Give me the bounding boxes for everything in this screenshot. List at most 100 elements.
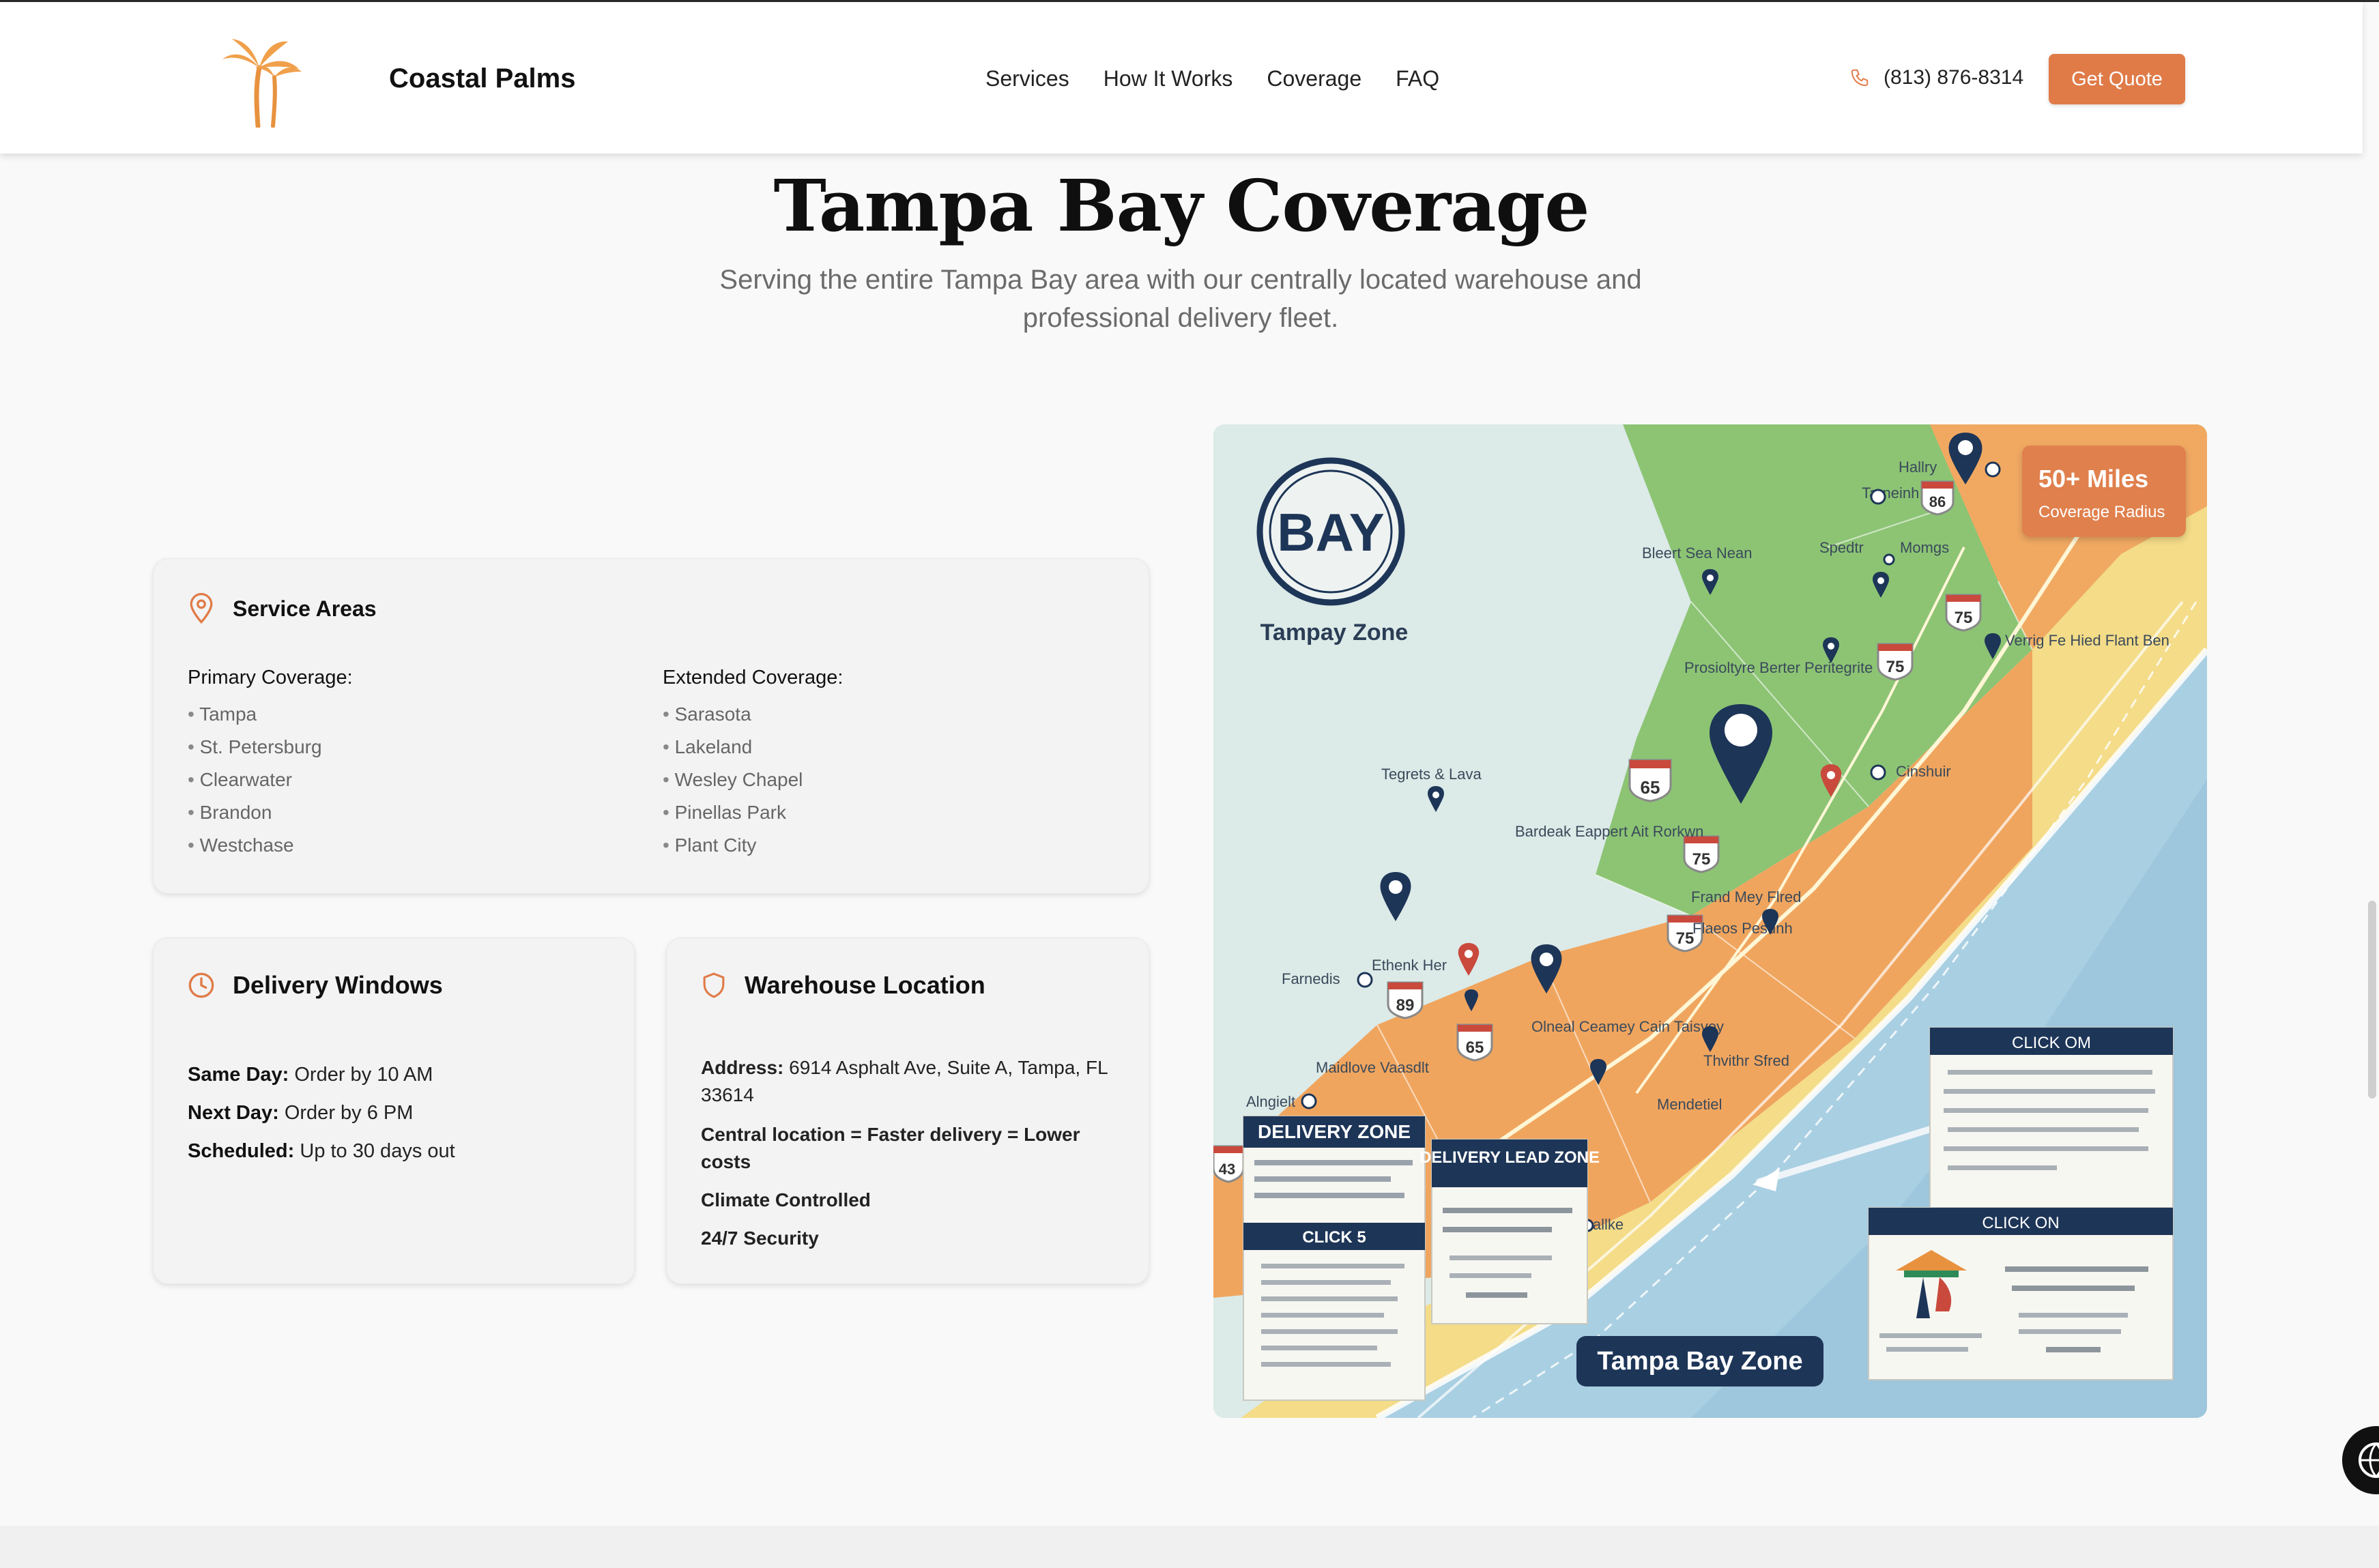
svg-text:CLICK 5: CLICK 5 — [1302, 1228, 1366, 1247]
svg-text:Tarneinh: Tarneinh — [1862, 484, 1919, 502]
delivery-windows-list: Same Day: Order by 10 AM Next Day: Order… — [188, 1056, 455, 1170]
svg-text:43: 43 — [1219, 1161, 1235, 1178]
coverage-map[interactable]: BAY Tampay Zone 65 75 75 75 89 65 86 75 … — [1213, 424, 2207, 1418]
svg-text:Thvithr Sfred: Thvithr Sfred — [1703, 1052, 1789, 1069]
svg-text:Spedtr: Spedtr — [1819, 539, 1864, 556]
list-item: Lakeland — [663, 731, 803, 764]
svg-text:75: 75 — [1692, 850, 1711, 869]
delivery-windows-header: Delivery Windows — [188, 971, 443, 1000]
delivery-window-next-day: Next Day: Order by 6 PM — [188, 1102, 414, 1124]
svg-text:75: 75 — [1886, 658, 1905, 676]
warehouse-location-card: Warehouse Location Address: 6914 Asphalt… — [666, 938, 1149, 1284]
svg-text:65: 65 — [1466, 1039, 1484, 1057]
coverage-radius-value: 50+ Miles — [2038, 465, 2149, 493]
chat-widget-button[interactable] — [2342, 1426, 2379, 1494]
globe-icon — [2359, 1442, 2379, 1479]
shield-icon — [703, 972, 725, 998]
highway-shield: 75 — [1945, 594, 1982, 632]
list-item: Plant City — [663, 829, 803, 862]
service-areas-card: Service Areas Primary Coverage: Tampa St… — [153, 558, 1149, 894]
service-areas-header: Service Areas — [188, 593, 377, 624]
list-item: St. Petersburg — [188, 731, 322, 764]
svg-text:CLICK ON: CLICK ON — [1982, 1214, 2059, 1232]
page-subtitle: Serving the entire Tampa Bay area with o… — [719, 265, 1642, 333]
phone-number[interactable]: (813) 876-8314 — [1884, 66, 2023, 89]
list-item: Brandon — [188, 796, 322, 829]
svg-text:Hallry: Hallry — [1899, 459, 1937, 476]
warehouse-feature: Central location = Faster delivery = Low… — [701, 1124, 1080, 1172]
svg-text:DELIVERY ZONE: DELIVERY ZONE — [1258, 1121, 1411, 1142]
svg-text:Alngielt: Alngielt — [1246, 1093, 1295, 1110]
list-item: Tampa — [188, 698, 322, 731]
highway-shield: 86 — [1920, 480, 1955, 516]
map-illustration: BAY Tampay Zone 65 75 75 75 89 65 86 75 … — [1213, 424, 2207, 1418]
svg-text:Bleert Sea Nean: Bleert Sea Nean — [1642, 545, 1752, 562]
svg-text:Tampay Zone: Tampay Zone — [1260, 620, 1409, 645]
page-title: Tampa Bay Coverage — [773, 164, 1590, 248]
delivery-window-scheduled: Scheduled: Up to 30 days out — [188, 1140, 455, 1162]
tampa-bay-zone-label: Tampa Bay Zone — [1576, 1336, 1823, 1386]
warehouse-feature: 24/7 Security — [701, 1228, 819, 1249]
svg-text:Bardeak Eappert Ait Rorkwn: Bardeak Eappert Ait Rorkwn — [1515, 823, 1703, 840]
svg-text:Mendetiel: Mendetiel — [1657, 1096, 1722, 1113]
svg-text:Tegrets & Lava: Tegrets & Lava — [1381, 766, 1482, 783]
delivery-windows-title: Delivery Windows — [233, 971, 443, 999]
primary-coverage-label: Primary Coverage: — [188, 667, 353, 688]
nav-coverage[interactable]: Coverage — [1267, 66, 1361, 91]
service-areas-title: Service Areas — [233, 596, 377, 621]
list-item: Sarasota — [663, 698, 803, 731]
map-pin-icon — [190, 593, 213, 624]
highway-shield: 75 — [1683, 835, 1720, 873]
svg-text:86: 86 — [1929, 493, 1946, 510]
svg-text:Frand Mey Flred: Frand Mey Flred — [1691, 888, 1801, 905]
next-section-band — [0, 1526, 2379, 1568]
svg-text:Momgs: Momgs — [1900, 539, 1949, 556]
highway-shield: 43 — [1213, 1145, 1245, 1183]
svg-text:65: 65 — [1641, 777, 1660, 798]
site-header: Coastal Palms Services How It Works Cove… — [0, 2, 2363, 154]
palm-tree-logo-icon[interactable] — [217, 32, 304, 128]
svg-text:Flaeos Pesunh: Flaeos Pesunh — [1692, 920, 1793, 937]
list-item: Wesley Chapel — [663, 764, 803, 796]
svg-text:Cinshuir: Cinshuir — [1896, 763, 1951, 780]
svg-text:BAY: BAY — [1277, 502, 1385, 562]
warehouse-address: Address: 6914 Asphalt Ave, Suite A, Tamp… — [701, 1057, 1108, 1105]
nav-services[interactable]: Services — [985, 66, 1069, 91]
svg-text:Ethenk Her: Ethenk Her — [1372, 957, 1447, 974]
primary-coverage-list: Tampa St. Petersburg Clearwater Brandon … — [188, 698, 322, 862]
list-item: Pinellas Park — [663, 796, 803, 829]
list-item: Westchase — [188, 829, 322, 862]
highway-shield: 89 — [1387, 981, 1424, 1019]
coverage-radius-label: Coverage Radius — [2038, 503, 2165, 521]
list-item: Clearwater — [188, 764, 322, 796]
svg-text:Olneal Ceamey Cain Taisvey: Olneal Ceamey Cain Taisvey — [1531, 1018, 1724, 1035]
svg-text:DELIVERY LEAD ZONE: DELIVERY LEAD ZONE — [1419, 1148, 1600, 1167]
brand-name[interactable]: Coastal Palms — [389, 63, 575, 94]
delivery-windows-card: Delivery Windows Same Day: Order by 10 A… — [153, 938, 635, 1284]
delivery-window-same-day: Same Day: Order by 10 AM — [188, 1064, 433, 1086]
extended-coverage-list: Sarasota Lakeland Wesley Chapel Pinellas… — [663, 698, 803, 862]
scrollbar-thumb[interactable] — [2368, 901, 2376, 1099]
extended-coverage-label: Extended Coverage: — [663, 667, 844, 688]
svg-text:Verrig Fe Hied Flant Ben: Verrig Fe Hied Flant Ben — [2005, 632, 2169, 649]
svg-text:75: 75 — [1676, 929, 1695, 948]
highway-shield: 75 — [1877, 643, 1914, 681]
clock-icon — [188, 972, 214, 998]
highway-shield: 65 — [1628, 759, 1672, 802]
coverage-radius-badge: 50+ Miles Coverage Radius — [2022, 446, 2186, 537]
svg-text:Prosioltyre Berter Peritegrite: Prosioltyre Berter Peritegrite — [1684, 659, 1873, 676]
svg-text:75: 75 — [1955, 609, 1973, 627]
svg-text:89: 89 — [1396, 996, 1415, 1015]
get-quote-button[interactable]: Get Quote — [2049, 54, 2185, 104]
svg-text:Maidlove Vaasdlt: Maidlove Vaasdlt — [1316, 1059, 1429, 1076]
phone-icon — [1851, 69, 1869, 87]
highway-shield: 65 — [1456, 1023, 1493, 1062]
nav-how-it-works[interactable]: How It Works — [1104, 66, 1233, 91]
svg-text:Farnedis: Farnedis — [1282, 970, 1340, 987]
phone-link[interactable]: (813) 876-8314 — [1849, 66, 2023, 89]
warehouse-header: Warehouse Location — [701, 971, 985, 1000]
nav-faq[interactable]: FAQ — [1396, 66, 1439, 91]
warehouse-title: Warehouse Location — [745, 971, 985, 999]
svg-text:CLICK OM: CLICK OM — [2012, 1034, 2091, 1052]
warehouse-feature: Climate Controlled — [701, 1189, 871, 1210]
